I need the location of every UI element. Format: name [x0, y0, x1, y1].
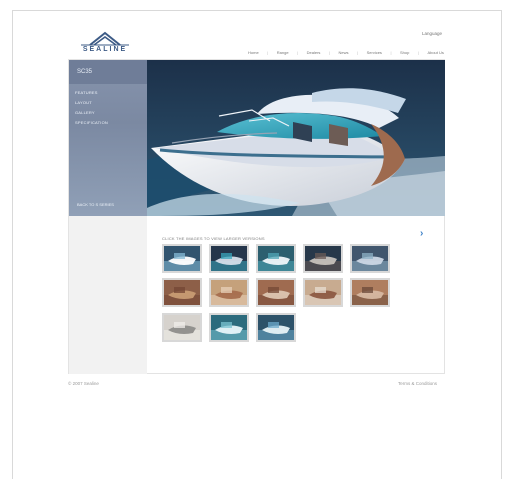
nav-separator: |	[417, 49, 419, 55]
thumb-2[interactable]	[209, 244, 249, 273]
terms-link[interactable]: Terms & Conditions	[398, 381, 437, 386]
nav-separator: |	[357, 49, 359, 55]
cruise-image	[258, 315, 294, 340]
boat-side-image	[164, 246, 200, 271]
thumb-12[interactable]	[209, 313, 249, 342]
thumb-10[interactable]	[350, 278, 390, 307]
sidebar-item-gallery[interactable]: GALLERY	[75, 110, 95, 115]
bathroom-image	[164, 315, 200, 340]
copyright-text: © 2007 Sealine	[68, 381, 99, 386]
sidebar: SC35 FEATURES LAYOUT GALLERY SPECIFICATI…	[69, 60, 147, 374]
nav-item-dealers[interactable]: Dealers	[307, 50, 321, 55]
nav-item-home[interactable]: Home	[248, 50, 259, 55]
main-panel: SC35 FEATURES LAYOUT GALLERY SPECIFICATI…	[68, 59, 445, 374]
thumb-8[interactable]	[256, 278, 296, 307]
cockpit-image	[305, 246, 341, 271]
gallery-caption: CLICK THE IMAGES TO VIEW LARGER VERSIONS	[162, 236, 265, 241]
sidebar-item-layout[interactable]: LAYOUT	[75, 100, 92, 105]
thumb-6[interactable]	[162, 278, 202, 307]
back-link[interactable]: BACK TO S SERIES	[77, 202, 114, 207]
interior-image	[352, 280, 388, 305]
nav-item-shop[interactable]: Shop	[400, 50, 409, 55]
deck-image	[352, 246, 388, 271]
thumb-9[interactable]	[303, 278, 343, 307]
top-navigation: Home | Range | Dealers | News | Services | Shop | Ab…	[248, 48, 444, 56]
thumb-7[interactable]	[209, 278, 249, 307]
nav-item-services[interactable]: Services	[367, 50, 382, 55]
thumb-13[interactable]	[256, 313, 296, 342]
thumb-5[interactable]	[350, 244, 390, 273]
galley-image	[305, 280, 341, 305]
thumb-1[interactable]	[162, 244, 202, 273]
chevron-right-icon[interactable]: ›	[420, 228, 423, 239]
sidebar-item-features[interactable]: FEATURES	[75, 90, 98, 95]
thumb-3[interactable]	[256, 244, 296, 273]
sidebar-title: SC35	[69, 60, 147, 84]
hero-boat-image	[147, 60, 445, 216]
boat-sea-image	[258, 246, 294, 271]
thumb-4[interactable]	[303, 244, 343, 273]
model-title: SC35	[77, 69, 93, 75]
boat-image	[147, 60, 445, 216]
nav-item-about-us[interactable]: About Us	[427, 50, 443, 55]
brand-name: SEALINE	[82, 46, 128, 53]
nav-separator: |	[390, 49, 392, 55]
nav-item-range[interactable]: Range	[277, 50, 289, 55]
cabin-wood-image	[164, 280, 200, 305]
nav-item-news[interactable]: News	[339, 50, 349, 55]
sidebar-item-specification[interactable]: SPECIFICATION	[75, 120, 108, 125]
nav-separator: |	[328, 49, 330, 55]
bed-image	[258, 280, 294, 305]
language-link[interactable]: Language	[422, 31, 442, 36]
saloon-image	[211, 280, 247, 305]
thumb-11[interactable]	[162, 313, 202, 342]
nav-separator: |	[267, 49, 269, 55]
aerial-image	[211, 315, 247, 340]
nav-separator: |	[297, 49, 299, 55]
boat-dark-image	[211, 246, 247, 271]
